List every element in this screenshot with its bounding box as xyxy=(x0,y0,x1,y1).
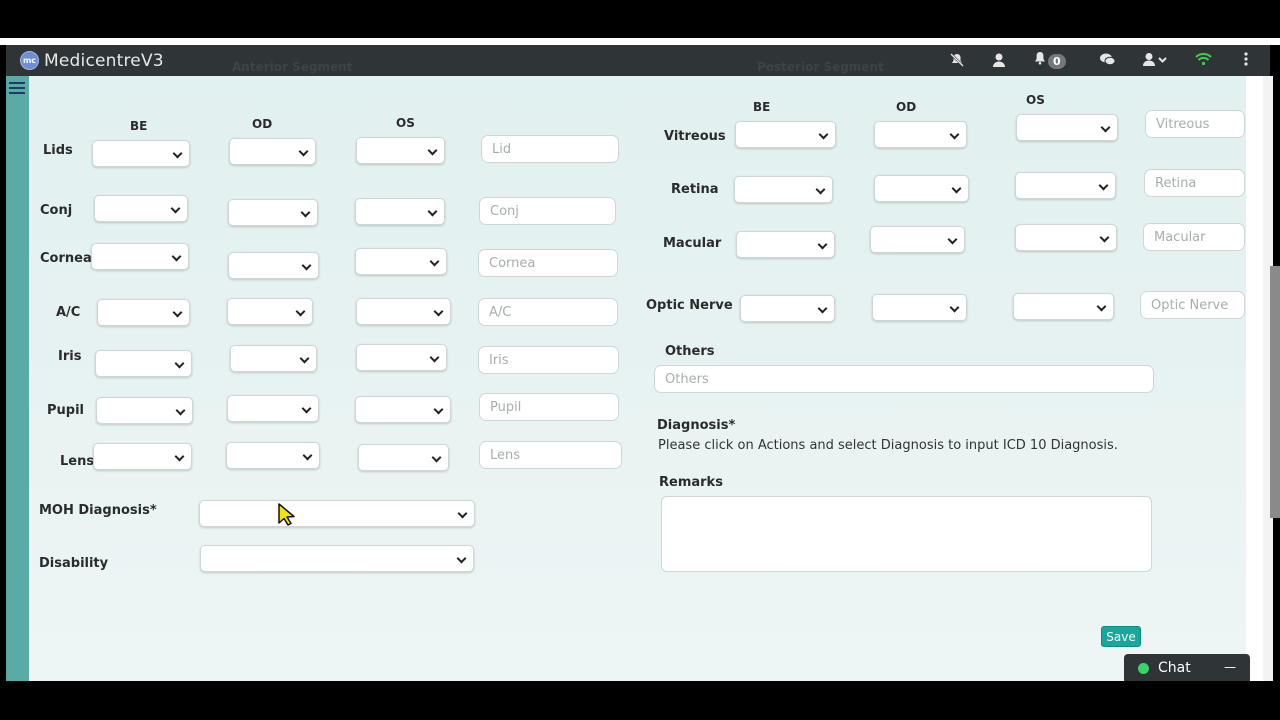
lids-be-select[interactable] xyxy=(92,140,190,167)
wifi-icon xyxy=(1195,52,1212,70)
pupil-be-select[interactable] xyxy=(96,397,193,424)
optic-nerve-label: Optic Nerve xyxy=(646,298,733,313)
others-label: Others xyxy=(665,344,715,359)
lens-label: Lens xyxy=(60,454,95,469)
chat-widget[interactable]: Chat — xyxy=(1124,654,1250,682)
macular-be-select[interactable] xyxy=(736,231,835,258)
retina-os-select[interactable] xyxy=(1015,172,1116,199)
disability-select[interactable] xyxy=(200,545,474,572)
lens-input[interactable]: Lens xyxy=(479,441,622,469)
mouse-cursor-icon xyxy=(278,503,295,526)
conj-os-select[interactable] xyxy=(355,198,445,225)
remarks-label: Remarks xyxy=(659,475,723,490)
retina-label: Retina xyxy=(671,182,719,197)
anterior-header-od: OD xyxy=(252,117,273,131)
iris-os-select[interactable] xyxy=(356,344,447,371)
pupil-od-select[interactable] xyxy=(227,395,319,422)
lens-be-select[interactable] xyxy=(93,443,192,470)
ac-be-select[interactable] xyxy=(97,299,190,326)
bell-icon xyxy=(1035,52,1045,65)
vitreous-label: Vitreous xyxy=(664,129,726,144)
macular-od-select[interactable] xyxy=(870,226,965,253)
retina-input[interactable]: Retina xyxy=(1144,169,1245,197)
hamburger-menu-icon[interactable] xyxy=(9,82,25,97)
vitreous-be-select[interactable] xyxy=(735,121,836,148)
cornea-label: Cornea xyxy=(40,251,92,266)
ac-input[interactable]: A/C xyxy=(478,298,618,326)
anterior-header-os: OS xyxy=(396,116,415,130)
lids-os-select[interactable] xyxy=(356,137,445,164)
chat-label: Chat xyxy=(1158,660,1191,676)
others-input[interactable]: Others xyxy=(654,365,1154,393)
lens-os-select[interactable] xyxy=(358,444,449,471)
lids-od-select[interactable] xyxy=(229,138,316,165)
sidebar xyxy=(6,76,29,681)
optic-nerve-od-select[interactable] xyxy=(872,294,967,321)
disability-label: Disability xyxy=(39,556,109,571)
diagnosis-instruction: Please click on Actions and select Diagn… xyxy=(658,438,1118,453)
vitreous-os-select[interactable] xyxy=(1016,114,1118,141)
more-options-icon[interactable] xyxy=(1244,52,1248,70)
macular-input[interactable]: Macular xyxy=(1143,223,1245,251)
ac-label: A/C xyxy=(56,305,81,320)
pupil-os-select[interactable] xyxy=(355,396,451,423)
cornea-od-select[interactable] xyxy=(228,252,319,279)
conj-be-select[interactable] xyxy=(94,195,188,222)
macular-os-select[interactable] xyxy=(1015,224,1117,251)
cornea-be-select[interactable] xyxy=(91,243,189,270)
mute-icon[interactable] xyxy=(949,52,965,72)
vitreous-od-select[interactable] xyxy=(874,121,967,148)
iris-od-select[interactable] xyxy=(230,345,317,372)
messages-icon[interactable] xyxy=(1099,52,1116,71)
screen-bottom-border xyxy=(0,681,1280,720)
optic-nerve-os-select[interactable] xyxy=(1013,293,1114,320)
retina-be-select[interactable] xyxy=(734,176,833,203)
app-title: MedicentreV3 xyxy=(44,50,164,71)
cornea-os-select[interactable] xyxy=(355,248,447,275)
conj-od-select[interactable] xyxy=(228,199,318,226)
anterior-header-be: BE xyxy=(130,119,148,133)
posterior-header-od: OD xyxy=(896,100,917,114)
conj-label: Conj xyxy=(40,203,73,218)
remarks-textarea[interactable] xyxy=(661,496,1152,572)
user-settings-icon[interactable] xyxy=(992,52,1006,72)
scrollbar-thumb[interactable] xyxy=(1270,266,1280,518)
top-navbar: mc MedicentreV3 0 xyxy=(6,45,1270,76)
notifications[interactable]: 0 xyxy=(1034,51,1066,69)
browser-strip xyxy=(0,38,1280,45)
ac-os-select[interactable] xyxy=(356,298,451,325)
brand-logo: mc xyxy=(20,51,39,70)
macular-label: Macular xyxy=(663,236,722,251)
anterior-segment-heading: Anterior Segment xyxy=(232,60,353,74)
pupil-label: Pupil xyxy=(47,403,85,418)
cornea-input[interactable]: Cornea xyxy=(478,249,618,277)
lids-label: Lids xyxy=(43,143,73,158)
optic-nerve-input[interactable]: Optic Nerve xyxy=(1140,291,1245,319)
iris-label: Iris xyxy=(58,349,82,364)
posterior-header-be: BE xyxy=(753,100,771,114)
save-button[interactable]: Save xyxy=(1101,626,1141,647)
notification-badge: 0 xyxy=(1048,54,1066,69)
screen-top-border xyxy=(0,0,1280,38)
conj-input[interactable]: Conj xyxy=(479,197,616,225)
pupil-input[interactable]: Pupil xyxy=(479,393,619,421)
chat-minimize-button[interactable]: — xyxy=(1224,660,1236,674)
posterior-header-os: OS xyxy=(1026,93,1045,107)
moh-diagnosis-select[interactable] xyxy=(199,500,475,527)
optic-nerve-be-select[interactable] xyxy=(740,295,835,322)
online-status-icon xyxy=(1138,662,1149,674)
iris-input[interactable]: Iris xyxy=(478,346,619,374)
diagnosis-label: Diagnosis* xyxy=(657,418,736,433)
brand[interactable]: mc MedicentreV3 xyxy=(20,51,164,71)
moh-diagnosis-label: MOH Diagnosis* xyxy=(39,503,157,518)
ac-od-select[interactable] xyxy=(227,298,313,325)
retina-od-select[interactable] xyxy=(874,175,969,202)
vitreous-input[interactable]: Vitreous xyxy=(1145,110,1245,138)
lens-od-select[interactable] xyxy=(226,442,320,469)
lids-input[interactable]: Lid xyxy=(481,135,619,163)
iris-be-select[interactable] xyxy=(95,350,192,377)
user-menu-icon[interactable] xyxy=(1143,52,1169,71)
posterior-segment-heading: Posterior Segment xyxy=(757,60,884,74)
